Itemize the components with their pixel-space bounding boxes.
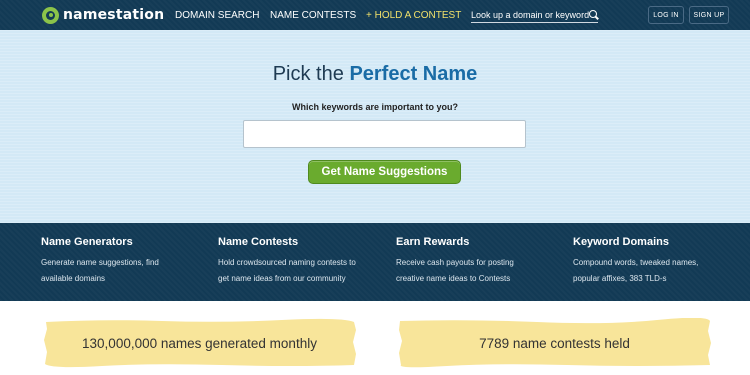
hero-title: Pick the Perfect Name	[0, 63, 750, 86]
login-button[interactable]: LOG IN	[648, 6, 684, 24]
feature-desc-line: Generate name suggestions, find	[41, 258, 159, 267]
logo-text: namestation	[63, 7, 165, 23]
search-icon[interactable]	[589, 10, 598, 20]
signup-button[interactable]: SIGN UP	[689, 6, 729, 24]
feature-title[interactable]: Name Contests	[218, 236, 378, 248]
stat-text: 130,000,000 names generated monthly	[82, 335, 317, 351]
hero-title-prefix: Pick the	[272, 63, 344, 85]
nav-search-field[interactable]: Look up a domain or keyword	[471, 8, 598, 23]
feature-desc-line: available domains	[41, 274, 106, 283]
feature-title[interactable]: Earn Rewards	[396, 236, 556, 248]
keyword-input[interactable]	[243, 120, 526, 148]
hero-title-emphasis: Perfect Name	[349, 63, 478, 85]
stat-contests-held: 7789 name contests held	[397, 318, 712, 368]
top-nav: namestation DOMAIN SEARCH NAME CONTESTS …	[0, 0, 750, 30]
feature-keyword-domains[interactable]: Keyword Domains Compound words, tweaked …	[573, 236, 733, 287]
get-suggestions-button[interactable]: Get Name Suggestions	[308, 160, 461, 184]
feature-name-contests[interactable]: Name Contests Hold crowdsourced naming c…	[218, 236, 378, 287]
nav-domain-search[interactable]: DOMAIN SEARCH	[175, 10, 259, 21]
feature-desc-line: popular affixes, 383 TLD-s	[573, 274, 667, 283]
feature-desc-line: get name ideas from our community	[218, 274, 346, 283]
nav-hold-contest[interactable]: + HOLD A CONTEST	[366, 10, 461, 21]
feature-desc-line: Hold crowdsourced naming contests to	[218, 258, 356, 267]
feature-earn-rewards[interactable]: Earn Rewards Receive cash payouts for po…	[396, 236, 556, 287]
nav-name-contests[interactable]: NAME CONTESTS	[270, 10, 356, 21]
features-band: Name Generators Generate name suggestion…	[0, 223, 750, 301]
keyword-question: Which keywords are important to you?	[291, 102, 459, 112]
logo-icon	[42, 6, 59, 24]
feature-title[interactable]: Keyword Domains	[573, 236, 733, 248]
logo[interactable]: namestation	[42, 6, 165, 24]
feature-desc-line: Compound words, tweaked names,	[573, 258, 699, 267]
stat-text: 7789 name contests held	[479, 335, 630, 351]
feature-name-generators[interactable]: Name Generators Generate name suggestion…	[41, 236, 201, 287]
hero-section: Pick the Perfect Name Which keywords are…	[0, 30, 750, 223]
feature-desc-line: Receive cash payouts for posting	[396, 258, 514, 267]
stat-names-generated: 130,000,000 names generated monthly	[42, 318, 357, 368]
feature-title[interactable]: Name Generators	[41, 236, 201, 248]
nav-search-placeholder: Look up a domain or keyword	[471, 10, 590, 20]
feature-desc-line: creative name ideas to Contests	[396, 274, 511, 283]
